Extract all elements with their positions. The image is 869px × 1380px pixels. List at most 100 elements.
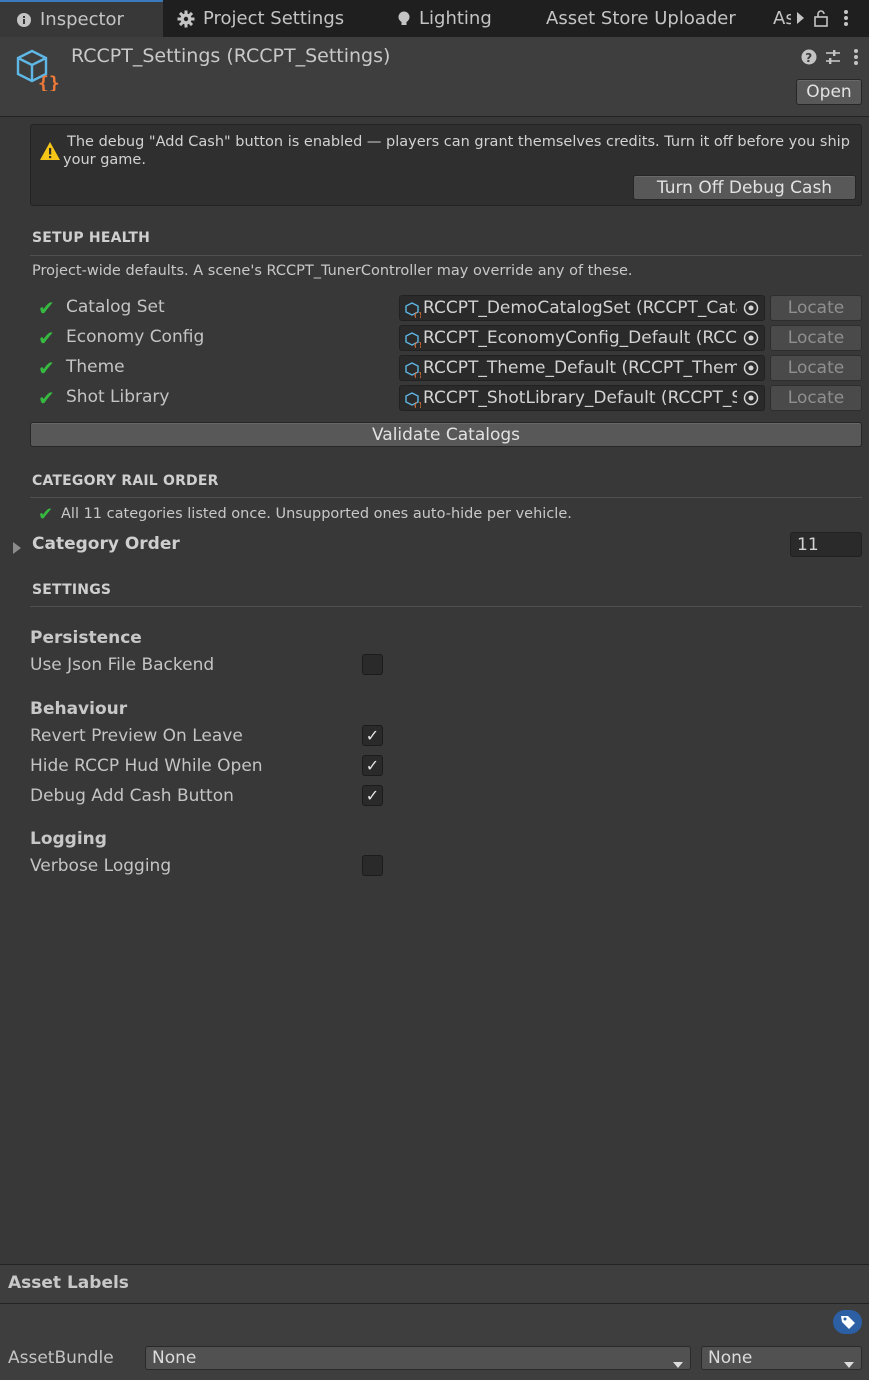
warning-text: The debug "Add Cash" button is enabled —… [63, 134, 850, 168]
health-row-label: Catalog Set [66, 297, 165, 317]
object-picker-icon[interactable] [737, 296, 764, 320]
object-field-value: RCCPT_EconomyConfig_Default (RCCPT_Econo… [423, 328, 737, 348]
variant-value: None [708, 1348, 753, 1368]
tab-inspector[interactable]: Inspector [0, 0, 163, 37]
object-picker-icon[interactable] [737, 386, 764, 410]
tab-asset-store-uploader[interactable]: Asset Store Uploader [546, 0, 746, 37]
tab-label: Inspector [40, 9, 124, 30]
object-picker-icon[interactable] [737, 326, 764, 350]
debug-add-cash-label: Debug Add Cash Button [30, 786, 234, 806]
category-status-text: All 11 categories listed once. Unsupport… [61, 506, 572, 522]
tab-label: Asset Store Uploader [546, 8, 736, 29]
svg-text:{}: {} [38, 73, 60, 91]
validate-catalogs-button[interactable]: Validate Catalogs [30, 422, 862, 447]
checkmark-icon: ✓ [365, 756, 380, 775]
inspector-header: {} RCCPT_Settings (RCCPT_Settings) ? Ope… [0, 37, 869, 117]
revert-preview-on-leave-checkbox[interactable]: ✓ [362, 725, 383, 746]
svg-text:{}: {} [413, 311, 421, 318]
tab-label: Lighting [419, 8, 492, 29]
health-row-label: Theme [66, 357, 125, 377]
assetbundle-value: None [152, 1348, 197, 1368]
setup-health-title: SETUP HEALTH [32, 230, 151, 246]
category-order-foldout[interactable]: Category Order 11 [0, 531, 869, 559]
asset-icon: {} [405, 302, 423, 320]
locate-button[interactable]: Locate [770, 385, 862, 411]
asset-labels-header[interactable]: Asset Labels [0, 1264, 869, 1304]
scriptable-object-icon: {} [16, 49, 62, 96]
asset-icon: {} [405, 362, 423, 380]
label-tag-icon[interactable] [833, 1310, 862, 1334]
object-field[interactable]: {} RCCPT_ShotLibrary_Default (RCCPT_Shot… [399, 385, 765, 411]
use-json-file-backend-checkbox[interactable] [362, 654, 383, 675]
tab-bar-controls [791, 0, 869, 37]
check-icon: ✔ [38, 326, 55, 350]
assetbundle-dropdown[interactable]: None [145, 1346, 691, 1370]
warning-icon [39, 141, 61, 166]
preset-icon[interactable] [824, 48, 842, 71]
more-menu-icon[interactable] [843, 9, 849, 32]
health-row: ✔ Shot Library {} RCCPT_ShotLibrary_Defa… [0, 384, 869, 412]
object-field-value: RCCPT_Theme_Default (RCCPT_Theme) [423, 358, 737, 378]
object-picker-icon[interactable] [737, 356, 764, 380]
checkmark-icon: ✓ [365, 726, 380, 745]
locate-button[interactable]: Locate [770, 295, 862, 321]
use-json-file-backend-label: Use Json File Backend [30, 655, 215, 675]
lock-icon[interactable] [813, 9, 829, 32]
revert-preview-on-leave-label: Revert Preview On Leave [30, 726, 243, 746]
divider [30, 606, 862, 607]
tab-project-settings[interactable]: Project Settings [177, 0, 367, 37]
variant-dropdown[interactable]: None [701, 1346, 862, 1370]
asset-icon: {} [405, 392, 423, 410]
asset-icon: {} [405, 332, 423, 350]
check-icon: ✔ [38, 296, 55, 320]
tab-lighting[interactable]: Lighting [397, 0, 517, 37]
object-field[interactable]: {} RCCPT_Theme_Default (RCCPT_Theme) [399, 355, 765, 381]
locate-button[interactable]: Locate [770, 325, 862, 351]
warning-helpbox: The debug "Add Cash" button is enabled —… [30, 124, 862, 206]
info-icon [16, 12, 32, 28]
object-field[interactable]: {} RCCPT_EconomyConfig_Default (RCCPT_Ec… [399, 325, 765, 351]
tab-label: As [773, 8, 791, 29]
svg-text:{}: {} [413, 371, 421, 378]
help-icon[interactable]: ? [801, 49, 817, 70]
object-field-value: RCCPT_DemoCatalogSet (RCCPT_CatalogSet) [423, 298, 737, 318]
health-row: ✔ Catalog Set {} RCCPT_DemoCatalogSet (R… [0, 294, 869, 322]
object-field[interactable]: {} RCCPT_DemoCatalogSet (RCCPT_CatalogSe… [399, 295, 765, 321]
health-row: ✔ Theme {} RCCPT_Theme_Default (RCCPT_Th… [0, 354, 869, 382]
category-rail-title: CATEGORY RAIL ORDER [32, 473, 219, 489]
logging-heading: Logging [30, 829, 107, 849]
foldout-arrow-icon[interactable] [12, 539, 22, 559]
assetbundle-label: AssetBundle [8, 1348, 114, 1368]
setup-health-description: Project-wide defaults. A scene's RCCPT_T… [32, 263, 633, 279]
scroll-right-icon[interactable] [795, 10, 805, 30]
divider [30, 255, 862, 256]
check-icon: ✔ [38, 386, 55, 410]
check-icon: ✔ [38, 356, 55, 380]
hide-rccp-hud-label: Hide RCCP Hud While Open [30, 756, 263, 776]
svg-text:{}: {} [413, 341, 421, 348]
category-order-label: Category Order [32, 534, 180, 554]
persistence-heading: Persistence [30, 628, 142, 648]
context-menu-icon[interactable] [853, 48, 859, 71]
tab-bar: Inspector Project Settings Lighting Asse… [0, 0, 869, 37]
tab-label: Project Settings [203, 8, 345, 29]
chevron-down-icon [672, 1354, 684, 1374]
behaviour-heading: Behaviour [30, 699, 128, 719]
hide-rccp-hud-checkbox[interactable]: ✓ [362, 755, 383, 776]
svg-text:{}: {} [413, 401, 421, 408]
settings-title: SETTINGS [32, 582, 112, 598]
gear-icon [177, 10, 195, 28]
verbose-logging-checkbox[interactable] [362, 855, 383, 876]
debug-add-cash-checkbox[interactable]: ✓ [362, 785, 383, 806]
asset-labels-panel: AssetBundle None None [0, 1304, 869, 1380]
health-row-label: Shot Library [66, 387, 170, 407]
open-button[interactable]: Open [796, 79, 862, 105]
turn-off-debug-cash-button[interactable]: Turn Off Debug Cash [633, 175, 856, 200]
locate-button[interactable]: Locate [770, 355, 862, 381]
tab-overflow[interactable]: As [773, 0, 791, 37]
svg-text:?: ? [805, 51, 812, 65]
asset-labels-title: Asset Labels [8, 1273, 129, 1293]
page-title: RCCPT_Settings (RCCPT_Settings) [71, 45, 391, 67]
divider [30, 497, 862, 498]
category-count-field[interactable]: 11 [790, 532, 862, 557]
